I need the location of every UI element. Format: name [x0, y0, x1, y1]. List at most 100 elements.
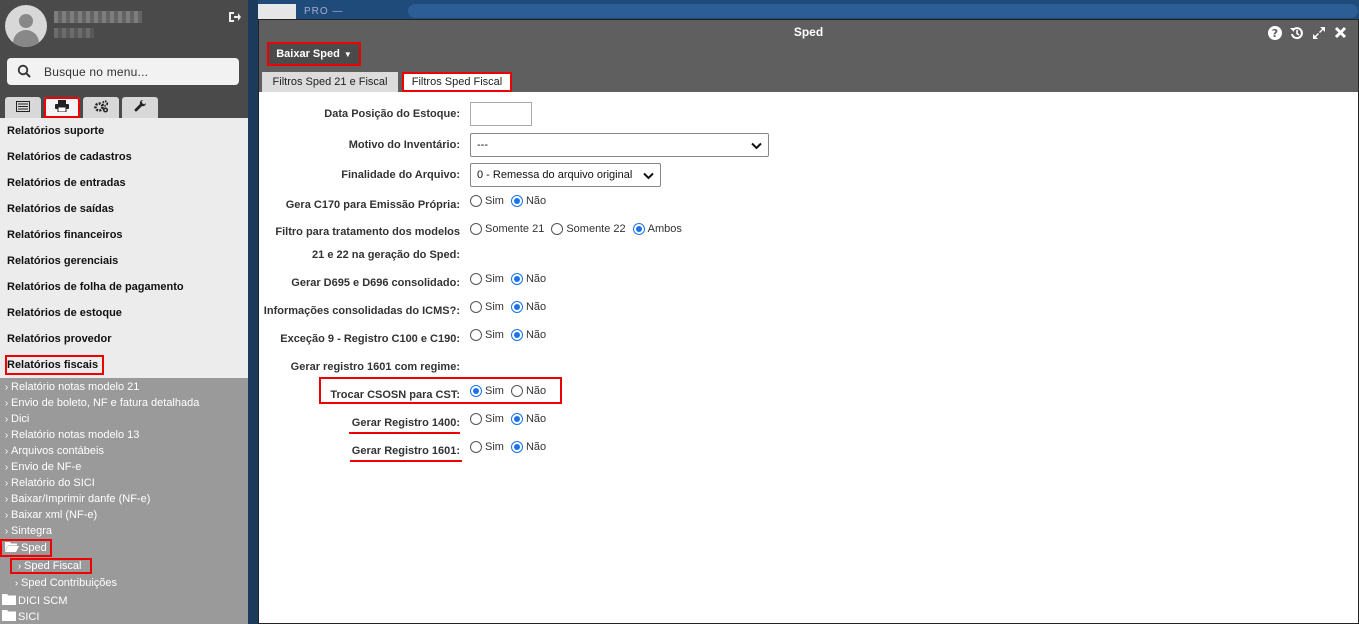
avatar[interactable] [5, 5, 47, 47]
search-input[interactable]: Busque no menu... [7, 58, 239, 85]
radio-csosn-nao[interactable]: Não [510, 385, 546, 397]
chevron-right-icon: › [4, 397, 9, 409]
submenu-item[interactable]: › Sintegra [0, 523, 248, 539]
blurred-username [54, 11, 142, 23]
tab-reports[interactable] [44, 97, 80, 118]
chevron-right-icon: › [4, 413, 9, 425]
menu-item[interactable]: Relatórios gerenciais [0, 248, 248, 274]
submenu-item[interactable]: › Envio de NF-e [0, 459, 248, 475]
tab-list[interactable] [5, 97, 41, 118]
submenu-item[interactable]: › Relatório do SICI [0, 475, 248, 491]
radio-1400-nao[interactable]: Não [510, 413, 547, 425]
submenu-item[interactable]: › Relatório notas modelo 13 [0, 427, 248, 443]
radio-label: Não [525, 441, 547, 453]
radio-button[interactable] [470, 195, 482, 207]
submenu-label: Envio de boleto, NF e fatura detalhada [11, 397, 200, 409]
radio-label: Não [525, 195, 547, 207]
submenu-item[interactable]: › Dici [0, 411, 248, 427]
menu-item[interactable]: Relatórios de estoque [0, 300, 248, 326]
tab-filtros-sped-fiscal[interactable]: Filtros Sped Fiscal [402, 72, 512, 92]
download-sped-button[interactable]: Baixar Sped ▼ [267, 42, 361, 66]
submenu-item[interactable]: › Relatório notas modelo 21 [0, 379, 248, 395]
menu-item[interactable]: Relatórios provedor [0, 326, 248, 352]
radio-c170-sim[interactable]: Sim [470, 195, 504, 207]
radio-d695-sim[interactable]: Sim [470, 273, 504, 285]
radio-somente-21[interactable]: Somente 21 [470, 223, 544, 235]
window-controls: ? [1267, 25, 1348, 40]
radio-button[interactable] [470, 441, 482, 453]
radio-button[interactable] [510, 385, 523, 397]
radio-label: Sim [485, 273, 504, 285]
submenu-folder-sici[interactable]: SICI [0, 609, 248, 624]
sped-window: Sped ? Baixar Sped ▼ Filtros Sped 21 e F… [258, 19, 1359, 624]
radio-button[interactable] [551, 223, 564, 235]
label-gerar-1400: Gerar Registro 1400: [351, 417, 460, 429]
submenu-item[interactable]: › Baixar xml (NF-e) [0, 507, 248, 523]
radio-button[interactable] [510, 413, 523, 425]
radio-ambos[interactable]: Ambos [632, 223, 682, 235]
expand-icon[interactable] [1311, 25, 1326, 40]
radio-button[interactable] [510, 273, 523, 285]
radio-1601-nao[interactable]: Não [510, 441, 547, 453]
menu-item[interactable]: Relatórios financeiros [0, 222, 248, 248]
submenu-item[interactable]: › Envio de boleto, NF e fatura detalhada [0, 395, 248, 411]
radio-label: Sim [485, 441, 504, 453]
search-area: Busque no menu... [0, 54, 248, 94]
radio-button[interactable] [470, 223, 482, 235]
radio-button[interactable] [470, 273, 482, 285]
radio-button[interactable] [510, 195, 523, 207]
radio-1400-sim[interactable]: Sim [470, 413, 504, 425]
chevron-right-icon: › [4, 509, 9, 521]
radio-label: Não [525, 413, 547, 425]
radio-label: Não [525, 273, 547, 285]
radio-csosn-sim[interactable]: Sim [470, 385, 504, 397]
menu-item-label: Relatórios fiscais [5, 355, 105, 375]
finalidade-select[interactable]: 0 - Remessa do arquivo original [470, 163, 661, 187]
radio-label: Sim [485, 385, 504, 397]
chevron-right-icon: › [4, 477, 9, 489]
data-posicao-input[interactable] [470, 102, 532, 126]
menu-item[interactable]: Relatórios de folha de pagamento [0, 274, 248, 300]
history-icon[interactable] [1289, 25, 1304, 40]
radio-excecao-nao[interactable]: Não [510, 329, 546, 341]
submenu-item[interactable]: › Arquivos contábeis [0, 443, 248, 459]
close-icon[interactable] [1333, 25, 1348, 40]
menu-item[interactable]: Relatórios de entradas [0, 170, 248, 196]
submenu-label: Sped [21, 542, 47, 554]
motivo-select[interactable]: --- [470, 133, 769, 157]
radio-button[interactable] [470, 385, 482, 397]
radio-button[interactable] [470, 413, 482, 425]
radio-button[interactable] [632, 223, 645, 235]
radio-button[interactable] [510, 441, 523, 453]
tab-filtros-sped-21-fiscal[interactable]: Filtros Sped 21 e Fiscal [262, 72, 398, 92]
tab-tools[interactable] [122, 97, 158, 118]
submenu-item-sped-fiscal[interactable]: › Sped Fiscal [0, 557, 248, 575]
menu-item[interactable]: Relatórios de cadastros [0, 144, 248, 170]
radio-button[interactable] [470, 301, 482, 313]
radio-button[interactable] [510, 329, 523, 341]
menu-item[interactable]: Relatórios suporte [0, 118, 248, 144]
radio-icms-sim[interactable]: Sim [470, 301, 504, 313]
submenu-folder-dici-scm[interactable]: DICI SCM [0, 593, 248, 609]
submenu-item-sped-contribuicoes[interactable]: › Sped Contribuições [0, 575, 248, 591]
radio-d695-nao[interactable]: Não [510, 273, 547, 285]
submenu-folder-sped[interactable]: Sped [0, 539, 248, 557]
submenu-item[interactable]: › Baixar/Imprimir danfe (NF-e) [0, 491, 248, 507]
caret-down-icon: ▼ [343, 49, 352, 59]
radio-label: Sim [485, 195, 504, 207]
submenu-label: Dici [11, 413, 30, 425]
radio-button[interactable] [470, 329, 482, 341]
radio-1601-sim[interactable]: Sim [470, 441, 504, 453]
label-filtro-modelos-line1: Filtro para tratamento dos modelos [275, 226, 460, 238]
logout-icon[interactable] [228, 11, 242, 25]
radio-button[interactable] [510, 301, 523, 313]
radio-somente-22[interactable]: Somente 22 [551, 223, 626, 235]
radio-icms-nao[interactable]: Não [510, 301, 546, 313]
radio-excecao-sim[interactable]: Sim [470, 329, 504, 341]
menu-item-fiscal-reports[interactable]: Relatórios fiscais [0, 352, 248, 378]
radio-c170-nao[interactable]: Não [510, 195, 547, 207]
window-title: Sped [793, 25, 824, 39]
menu-item[interactable]: Relatórios de saídas [0, 196, 248, 222]
tab-settings[interactable] [83, 97, 119, 118]
help-icon[interactable]: ? [1267, 25, 1282, 40]
